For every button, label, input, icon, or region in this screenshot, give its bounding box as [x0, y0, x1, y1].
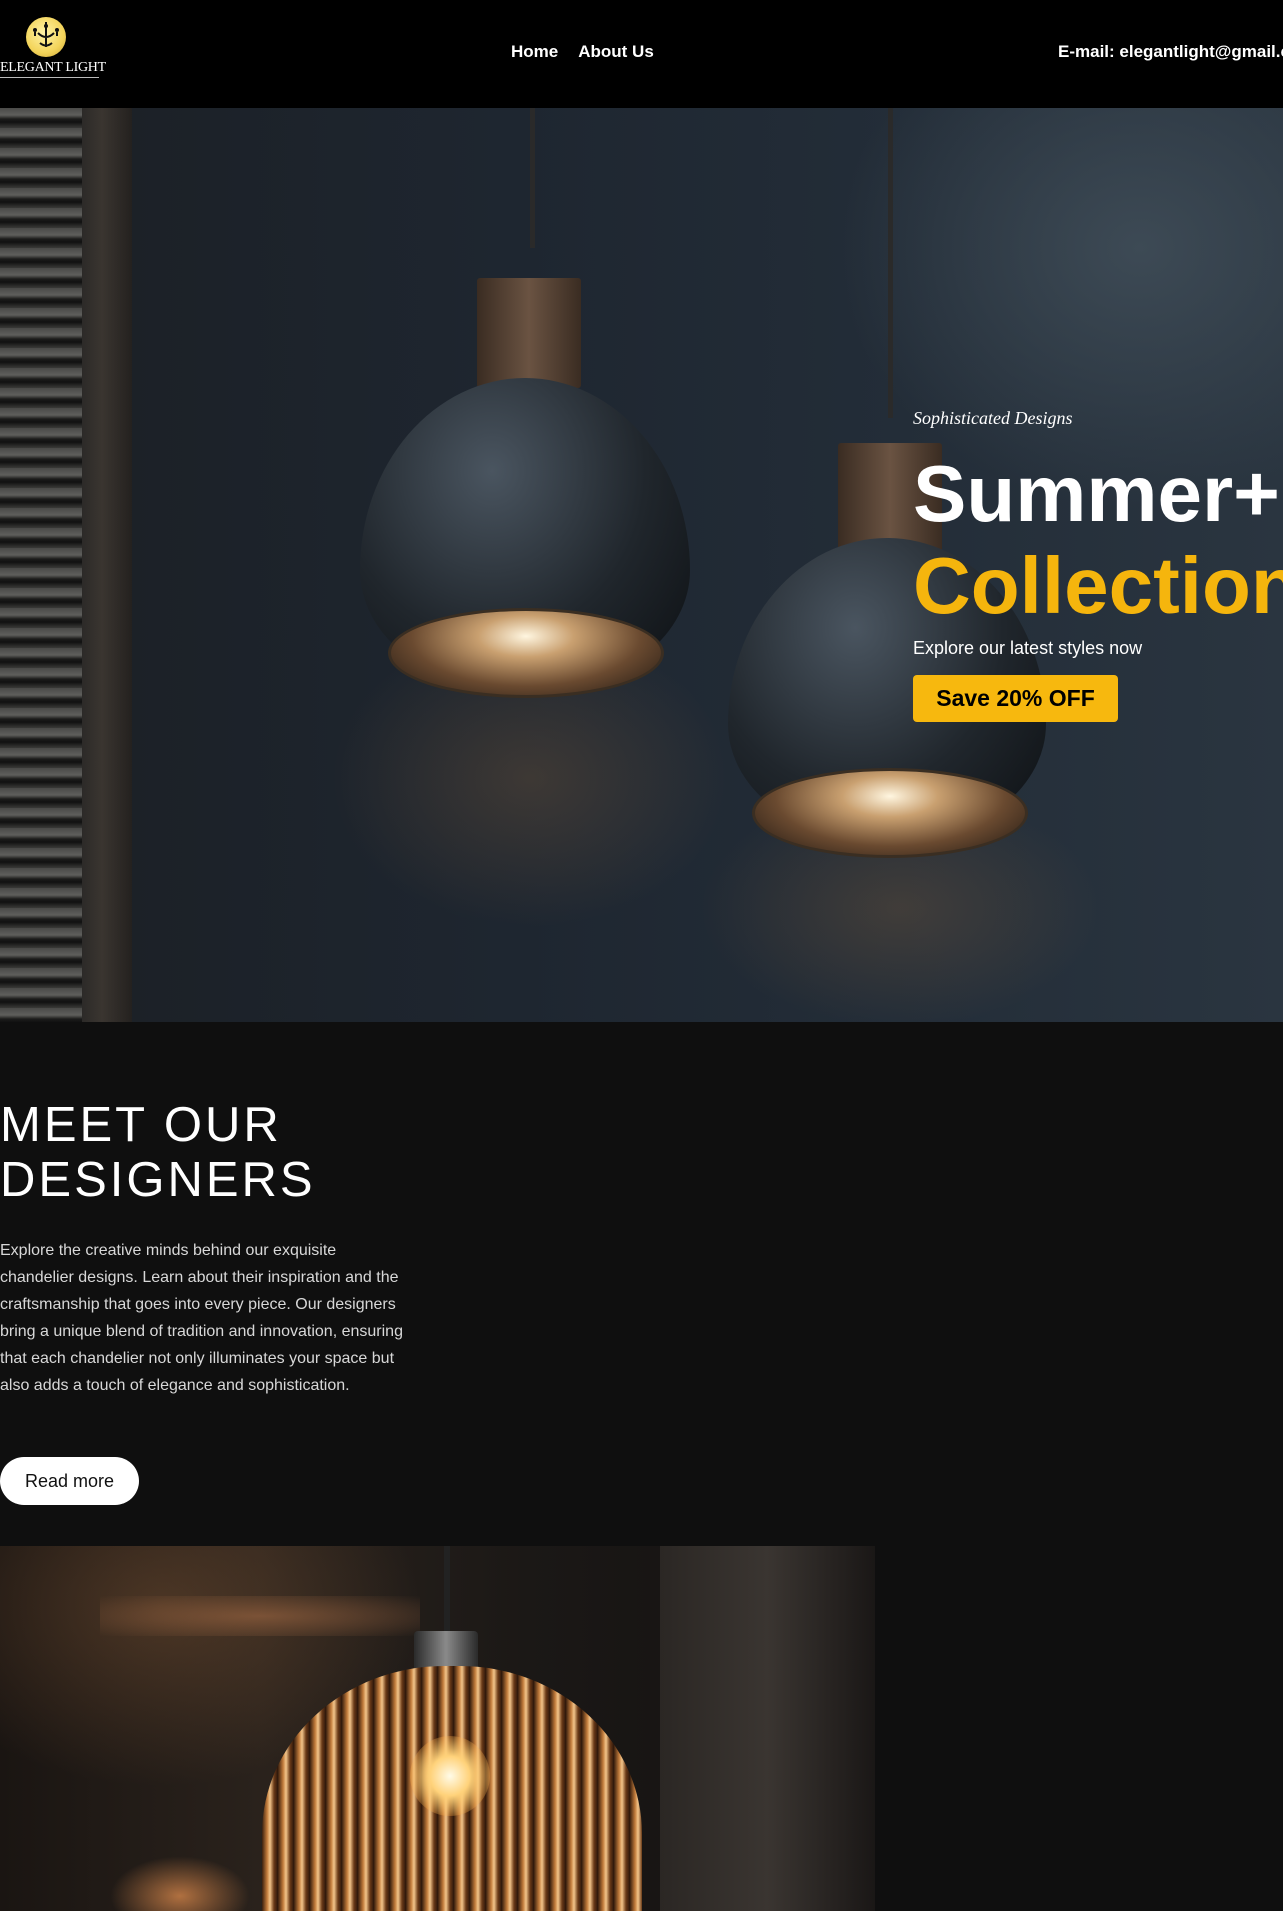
logo-underline	[0, 77, 99, 78]
headline-line-1: Summer+	[913, 449, 1280, 538]
nav-about-us[interactable]: About Us	[578, 42, 654, 62]
hero-subtitle: Explore our latest styles now	[913, 638, 1143, 658]
elegant-light-logo[interactable]: ELEGANT LIGHT	[0, 17, 106, 81]
main-nav: Home About Us	[511, 42, 654, 62]
lamp-cord	[444, 1546, 450, 1641]
designers-title: MEET OUR DESIGNERS	[0, 1098, 316, 1208]
site-header: ELEGANT LIGHT Home About Us E-mail: eleg…	[0, 0, 1283, 108]
nav-home[interactable]: Home	[511, 42, 558, 62]
save-offer-button[interactable]: Save 20% OFF	[913, 675, 1118, 722]
window-blinds	[0, 108, 82, 1022]
lamp-cord	[530, 108, 535, 248]
hero-photo: Sophisticated Designs Summer+ Collection…	[0, 108, 1283, 1022]
headline-line-2: Collection	[913, 541, 1283, 630]
pendant-lamp-photo	[0, 1546, 875, 1911]
hero-banner: Sophisticated Designs Summer+ Collection…	[0, 108, 1283, 1022]
contact-email[interactable]: E-mail: elegantlight@gmail.com	[1058, 42, 1283, 62]
lamp-rim	[752, 768, 1028, 858]
lit-bulb	[410, 1736, 490, 1816]
hero-tagline: Sophisticated Designs	[913, 408, 1073, 428]
lamp-rim	[388, 608, 664, 698]
designers-title-line-1: MEET OUR	[0, 1098, 282, 1152]
background-lamp-blur	[100, 1596, 420, 1636]
lamp-cap	[477, 278, 581, 388]
background-lamp-blur	[110, 1856, 250, 1911]
read-more-button[interactable]: Read more	[0, 1457, 139, 1505]
designers-description: Explore the creative minds behind our ex…	[0, 1242, 403, 1394]
window-frame	[82, 108, 132, 1022]
wall-panel	[660, 1546, 875, 1911]
lamp-cap	[414, 1631, 478, 1671]
designers-title-line-2: DESIGNERS	[0, 1153, 316, 1207]
chandelier-icon	[26, 17, 66, 57]
logo-text: ELEGANT LIGHT	[0, 60, 106, 75]
lamp-cord	[888, 108, 893, 418]
hero-headline: Summer+ Collection	[913, 448, 1283, 632]
